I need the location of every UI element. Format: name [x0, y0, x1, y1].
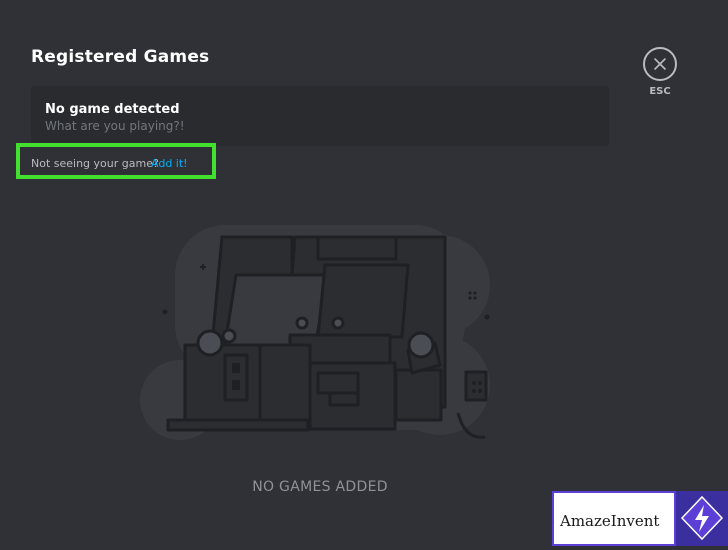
- close-icon: [654, 58, 666, 70]
- arcade-machines-illustration: [140, 225, 490, 440]
- add-game-prompt: Not seeing your game?: [31, 157, 159, 170]
- close-button[interactable]: [643, 47, 677, 81]
- detection-subtitle: What are you playing?!: [45, 119, 185, 133]
- empty-state-label: NO GAMES ADDED: [252, 479, 388, 495]
- add-game-highlight: Not seeing your game? Add it!: [16, 143, 216, 179]
- page-title: Registered Games: [31, 47, 210, 67]
- watermark-text-invent: Invent: [610, 512, 660, 530]
- detection-status: No game detected: [45, 102, 180, 117]
- lightning-bolt-icon: [680, 495, 724, 541]
- esc-label: ESC: [649, 86, 671, 97]
- watermark-logo: AmazeInvent: [552, 491, 728, 546]
- game-detection-panel: No game detected What are you playing?!: [31, 86, 609, 146]
- watermark-text-amaze: Amaze: [560, 512, 611, 530]
- add-game-link[interactable]: Add it!: [151, 157, 188, 170]
